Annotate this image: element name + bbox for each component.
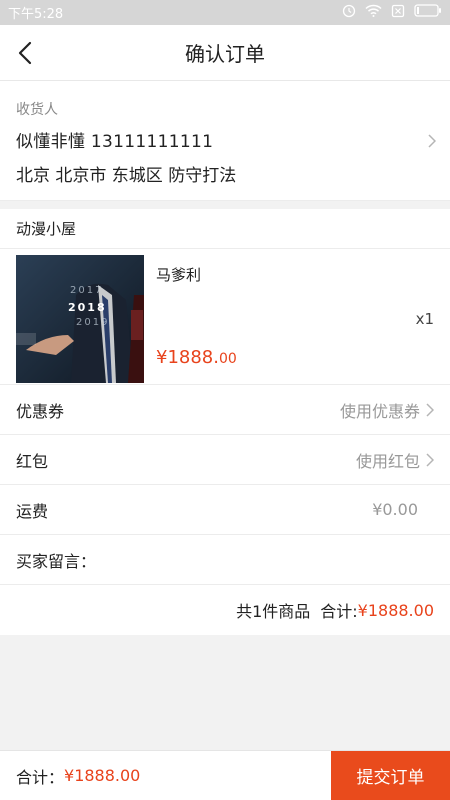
buyer-message-label: 买家留言：	[16, 551, 97, 571]
shop-name: 动漫小屋	[0, 209, 450, 249]
product-name: 马爹利	[156, 266, 202, 284]
image-year-text: 2019	[76, 317, 110, 328]
product-image: 2017 2018 2019	[16, 255, 144, 383]
footer-total-label: 合计：	[16, 767, 65, 787]
receiver-address: 北京 北京市 东城区 防守打法	[16, 166, 237, 186]
battery-icon	[414, 4, 442, 21]
redpack-label: 红包	[16, 451, 49, 471]
shipping-row: 运费 ¥0.00	[0, 485, 450, 535]
sim-card-icon	[391, 4, 405, 22]
item-count: 共1件商品	[236, 602, 311, 621]
price-main: ¥1888.	[156, 347, 219, 368]
shipping-label: 运费	[16, 501, 49, 521]
page-title: 确认订单	[185, 42, 265, 66]
status-time: 下午5:28	[8, 7, 64, 22]
coupon-row[interactable]: 优惠券 使用优惠券	[0, 385, 450, 435]
price-decimal: 00	[218, 351, 237, 367]
chevron-left-icon	[18, 41, 32, 65]
receiver-name-phone: 似懂非懂 13111111111	[16, 132, 214, 152]
shipping-value: ¥0.00	[372, 500, 418, 519]
submit-order-button[interactable]: 提交订单	[331, 751, 450, 800]
summary-total-label: 合计:	[320, 602, 358, 621]
coupon-label: 优惠券	[16, 401, 65, 421]
redpack-value: 使用红包	[355, 451, 420, 471]
image-year-text: 2017	[70, 285, 104, 296]
chevron-right-icon	[426, 452, 434, 467]
product-price: ¥1888.00	[156, 347, 237, 368]
product-info: 马爹利 x1 ¥1888.00	[156, 255, 434, 378]
nav-bar: 确认订单	[0, 25, 450, 81]
image-year-text: 2018	[68, 301, 107, 314]
section-divider	[0, 201, 450, 209]
redpack-row[interactable]: 红包 使用红包	[0, 435, 450, 485]
order-summary: 共1件商品 合计: ¥1888.00	[0, 585, 450, 635]
chevron-right-icon	[426, 402, 434, 417]
footer-total-value: ¥1888.00	[64, 766, 141, 785]
coupon-value: 使用优惠券	[339, 401, 420, 421]
wifi-icon	[365, 4, 382, 21]
status-icons	[342, 4, 442, 22]
buyer-message-row[interactable]: 买家留言：	[0, 535, 450, 585]
chevron-right-icon	[428, 133, 437, 152]
address-section[interactable]: 收货人 似懂非懂 13111111111 北京 北京市 东城区 防守打法	[0, 81, 450, 201]
product-item[interactable]: 2017 2018 2019 马爹利 x1 ¥1888.00	[0, 249, 450, 385]
footer-total: 合计： ¥1888.00	[0, 751, 331, 800]
alarm-icon	[342, 4, 356, 22]
bottom-bar: 合计： ¥1888.00 提交订单	[0, 750, 450, 800]
receiver-label: 收货人	[16, 102, 58, 118]
summary-total-value: ¥1888.00	[357, 600, 434, 620]
product-quantity: x1	[415, 310, 434, 328]
status-bar: 下午5:28	[0, 0, 450, 25]
back-button[interactable]	[12, 39, 38, 67]
